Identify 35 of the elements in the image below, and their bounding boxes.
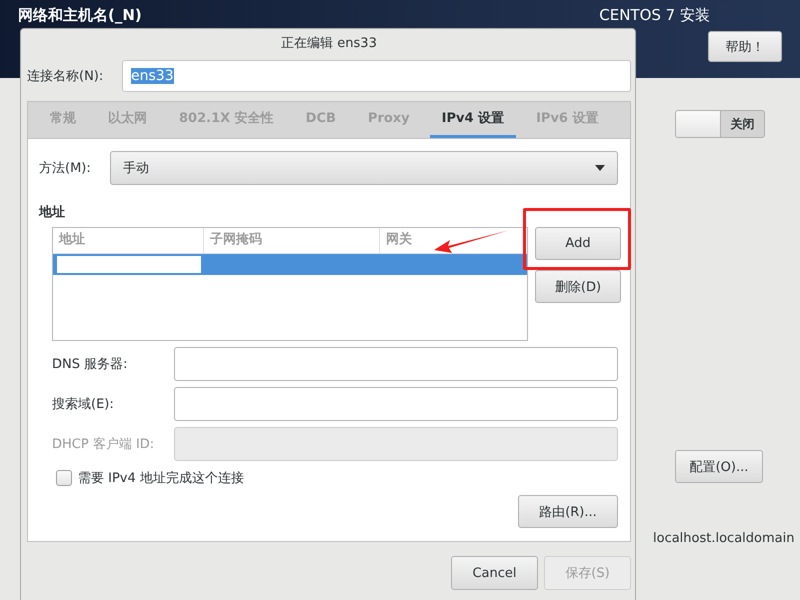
tab[interactable]: DCB (294, 102, 348, 138)
text-field[interactable] (174, 387, 618, 421)
field-label: 方法(M): (39, 160, 92, 177)
cell-input-field[interactable] (56, 255, 202, 274)
column-header[interactable]: 地址 (59, 232, 85, 247)
column-header[interactable]: 网关 (386, 232, 412, 247)
column-header[interactable]: 子网掩码 (210, 232, 262, 247)
product-title: CENTOS 7 安装 (599, 6, 711, 25)
delete-button[interactable]: 删除(D) (535, 270, 621, 303)
routes-button[interactable]: 路由(R)... (518, 495, 618, 528)
checkbox[interactable] (56, 470, 72, 486)
connection-name-field[interactable]: ens33 (122, 60, 631, 92)
section-heading: 地址 (39, 204, 66, 221)
checkbox-label: 需要 IPv4 地址完成这个连接 (78, 470, 244, 487)
field-label: 搜索域(E): (52, 396, 115, 413)
help-button[interactable]: 帮助！ (708, 31, 782, 62)
dialog-title: 正在编辑 ens33 (280, 35, 378, 53)
method-dropdown[interactable]: 手动 (110, 151, 618, 185)
hostname-text: localhost.localdomain (653, 531, 796, 546)
text-field[interactable] (174, 347, 618, 381)
add-button[interactable]: Add (535, 227, 621, 260)
tab[interactable]: 以太网 (96, 102, 159, 138)
tab[interactable]: 常规 (38, 102, 88, 138)
toggle-switch[interactable]: 关闭 (675, 110, 765, 138)
configure-button[interactable]: 配置(O)... (675, 450, 763, 483)
tab[interactable]: Proxy (356, 102, 422, 138)
field-label: DNS 服务器: (52, 356, 128, 373)
dropdown-arrow-icon (595, 165, 605, 171)
screen-title: 网络和主机名(_N) (18, 6, 142, 24)
field-label: 连接名称(N): (27, 68, 104, 85)
table-row[interactable] (53, 254, 527, 275)
cancel-button[interactable]: Cancel (451, 556, 538, 590)
field-label: DHCP 客户端 ID: (52, 436, 156, 453)
tab[interactable]: 802.1X 安全性 (167, 102, 286, 138)
tab[interactable]: IPv6 设置 (524, 102, 610, 138)
